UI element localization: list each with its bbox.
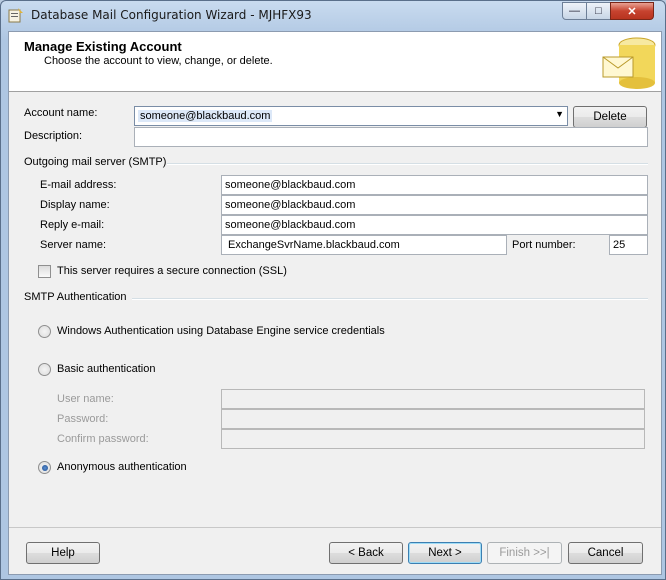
wizard-window: Database Mail Configuration Wizard - MJH…	[0, 0, 666, 580]
help-button[interactable]: Help	[26, 542, 100, 564]
page-subtitle: Choose the account to view, change, or d…	[44, 55, 273, 67]
windows-auth-label[interactable]: Windows Authentication using Database En…	[57, 325, 385, 337]
server-name-input[interactable]: ExchangeSvrName.blackbaud.com	[221, 235, 507, 255]
description-input[interactable]	[134, 127, 648, 147]
anonymous-auth-label[interactable]: Anonymous authentication	[57, 461, 187, 473]
password-input	[221, 409, 645, 429]
wizard-client-area: Manage Existing Account Choose the accou…	[8, 31, 662, 575]
email-address-input[interactable]: someone@blackbaud.com	[221, 175, 648, 195]
account-name-value: someone@blackbaud.com	[138, 110, 273, 122]
basic-auth-radio[interactable]	[38, 363, 51, 376]
smtp-auth-group-divider	[132, 298, 648, 300]
user-name-input	[221, 389, 645, 409]
cancel-button[interactable]: Cancel	[568, 542, 643, 564]
minimize-button[interactable]: —	[562, 2, 587, 20]
windows-auth-radio[interactable]	[38, 325, 51, 338]
smtp-group-label: Outgoing mail server (SMTP)	[24, 156, 167, 168]
page-title: Manage Existing Account	[24, 39, 182, 54]
wizard-header: Manage Existing Account Choose the accou…	[9, 32, 661, 92]
database-mail-logo-icon	[602, 37, 656, 89]
server-name-label: Server name:	[40, 239, 107, 251]
smtp-auth-group-label: SMTP Authentication	[24, 291, 127, 303]
display-name-input[interactable]: someone@blackbaud.com	[221, 195, 648, 215]
port-number-label: Port number:	[512, 239, 576, 251]
confirm-password-label: Confirm password:	[57, 433, 149, 445]
password-label: Password:	[57, 413, 109, 425]
maximize-icon: □	[595, 5, 602, 17]
confirm-password-input	[221, 429, 645, 449]
dropdown-arrow-icon[interactable]: ▼	[555, 109, 564, 119]
email-address-label: E-mail address:	[40, 179, 117, 191]
display-name-label: Display name:	[40, 199, 110, 211]
wizard-app-icon	[8, 8, 23, 23]
close-button[interactable]: ✕	[610, 2, 654, 20]
finish-button: Finish >>|	[487, 542, 562, 564]
minimize-icon: —	[569, 5, 580, 17]
reply-email-input[interactable]: someone@blackbaud.com	[221, 215, 648, 235]
description-label: Description:	[24, 130, 83, 142]
maximize-button[interactable]: □	[586, 2, 611, 20]
ssl-checkbox-label[interactable]: This server requires a secure connection…	[57, 265, 287, 277]
ssl-checkbox[interactable]	[38, 265, 51, 278]
account-name-combobox[interactable]: someone@blackbaud.com ▼	[134, 106, 568, 126]
next-button[interactable]: Next >	[408, 542, 482, 564]
account-name-label: Account name:	[24, 107, 98, 119]
basic-auth-label[interactable]: Basic authentication	[57, 363, 155, 375]
delete-button[interactable]: Delete	[573, 106, 647, 128]
anonymous-auth-radio[interactable]	[38, 461, 51, 474]
close-icon: ✕	[627, 5, 637, 18]
back-button[interactable]: < Back	[329, 542, 403, 564]
reply-email-label: Reply e-mail:	[40, 219, 105, 231]
title-bar[interactable]: Database Mail Configuration Wizard - MJH…	[1, 1, 665, 29]
user-name-label: User name:	[57, 393, 114, 405]
footer-divider	[9, 527, 661, 528]
port-number-input[interactable]: 25	[609, 235, 648, 255]
smtp-group-divider	[167, 163, 648, 165]
window-title: Database Mail Configuration Wizard - MJH…	[31, 8, 312, 22]
